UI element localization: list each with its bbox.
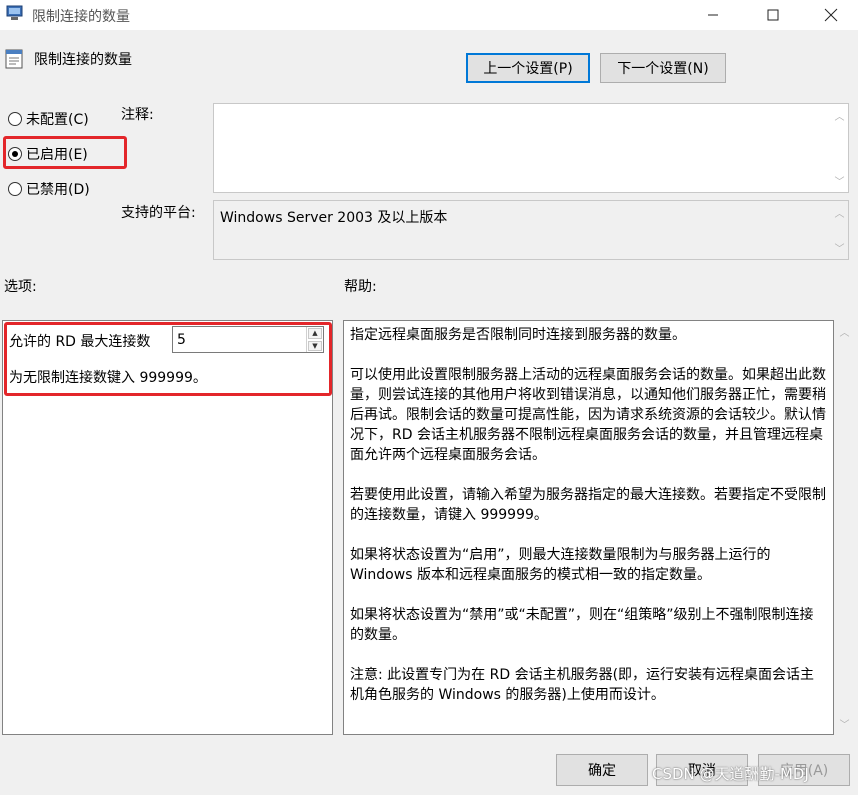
help-label: 帮助: — [344, 279, 377, 295]
csdn-watermark: CSDN @天道酬勤-MDJ — [652, 765, 809, 783]
radio-circle-icon — [8, 182, 22, 196]
scroll-up-icon[interactable]: ︿ — [835, 108, 845, 123]
stepper-buttons: ▲ ▼ — [306, 327, 323, 352]
radio-label: 未配置(C) — [26, 112, 89, 128]
window-title: 限制连接的数量 — [32, 9, 130, 25]
radio-checked-icon — [8, 147, 22, 161]
help-paragraph: 如果将状态设置为“禁用”或“未配置”，则在“组策略”级别上不强制限制连接的数量。 — [350, 607, 814, 643]
policy-setting-icon — [5, 49, 23, 69]
window-app-icon — [6, 5, 23, 20]
scroll-down-icon[interactable]: ﹀ — [835, 173, 845, 188]
stepper-down-icon[interactable]: ▼ — [308, 340, 322, 351]
help-paragraph: 如果将状态设置为“启用”，则最大连接数量限制为与服务器上运行的 Windows … — [350, 547, 771, 583]
max-connections-label: 允许的 RD 最大连接数 — [9, 334, 151, 350]
radio-circle-icon — [8, 112, 22, 126]
stepper-up-icon[interactable]: ▲ — [308, 328, 322, 339]
policy-title: 限制连接的数量 — [34, 52, 132, 68]
max-connections-value[interactable]: 5 — [173, 332, 306, 348]
comment-textarea[interactable]: ︿ ﹀ — [213, 103, 849, 193]
help-paragraph: 指定远程桌面服务是否限制同时连接到服务器的数量。 — [350, 327, 686, 343]
scroll-down-icon[interactable]: ﹀ — [840, 716, 850, 731]
radio-enabled[interactable]: 已启用(E) — [8, 144, 88, 164]
platform-value: Windows Server 2003 及以上版本 — [220, 210, 448, 226]
platform-scrollbar[interactable]: ︿ ﹀ — [831, 201, 848, 259]
title-bar: 限制连接的数量 — [0, 0, 858, 30]
help-paragraph: 若要使用此设置，请输入希望为服务器指定的最大连接数。若要指定不受限制的连接数量，… — [350, 487, 826, 523]
max-connections-stepper[interactable]: 5 ▲ ▼ — [172, 326, 324, 353]
options-label: 选项: — [4, 279, 37, 295]
help-panel: 指定远程桌面服务是否限制同时连接到服务器的数量。 可以使用此设置限制服务器上活动… — [343, 320, 834, 735]
scroll-down-icon[interactable]: ﹀ — [835, 240, 845, 255]
platform-label: 支持的平台: — [121, 205, 196, 221]
help-text: 指定远程桌面服务是否限制同时连接到服务器的数量。 可以使用此设置限制服务器上活动… — [350, 325, 827, 705]
comment-scrollbar[interactable]: ︿ ﹀ — [831, 104, 848, 192]
radio-not-configured[interactable]: 未配置(C) — [8, 109, 89, 129]
comment-label: 注释: — [121, 107, 154, 123]
maximize-icon[interactable] — [750, 0, 796, 30]
previous-setting-button[interactable]: 上一个设置(P) — [466, 53, 590, 83]
help-scrollbar[interactable]: ︿ ﹀ — [836, 320, 853, 735]
scroll-up-icon[interactable]: ︿ — [840, 324, 850, 339]
ok-button[interactable]: 确定 — [556, 754, 648, 786]
help-paragraph: 注意: 此设置专门为在 RD 会话主机服务器(即，运行安装有远程桌面会话主机角色… — [350, 667, 815, 703]
radio-disabled[interactable]: 已禁用(D) — [8, 179, 90, 199]
platform-field: Windows Server 2003 及以上版本 ︿ ﹀ — [213, 200, 849, 260]
max-connections-hint: 为无限制连接数键入 999999。 — [9, 370, 207, 386]
minimize-icon[interactable] — [690, 0, 736, 30]
radio-label: 已禁用(D) — [26, 182, 90, 198]
close-icon[interactable] — [808, 0, 854, 30]
radio-label: 已启用(E) — [26, 147, 88, 163]
help-paragraph: 可以使用此设置限制服务器上活动的远程桌面服务会话的数量。如果超出此数量，则尝试连… — [350, 367, 826, 463]
next-setting-button[interactable]: 下一个设置(N) — [600, 53, 726, 83]
scroll-up-icon[interactable]: ︿ — [835, 205, 845, 220]
